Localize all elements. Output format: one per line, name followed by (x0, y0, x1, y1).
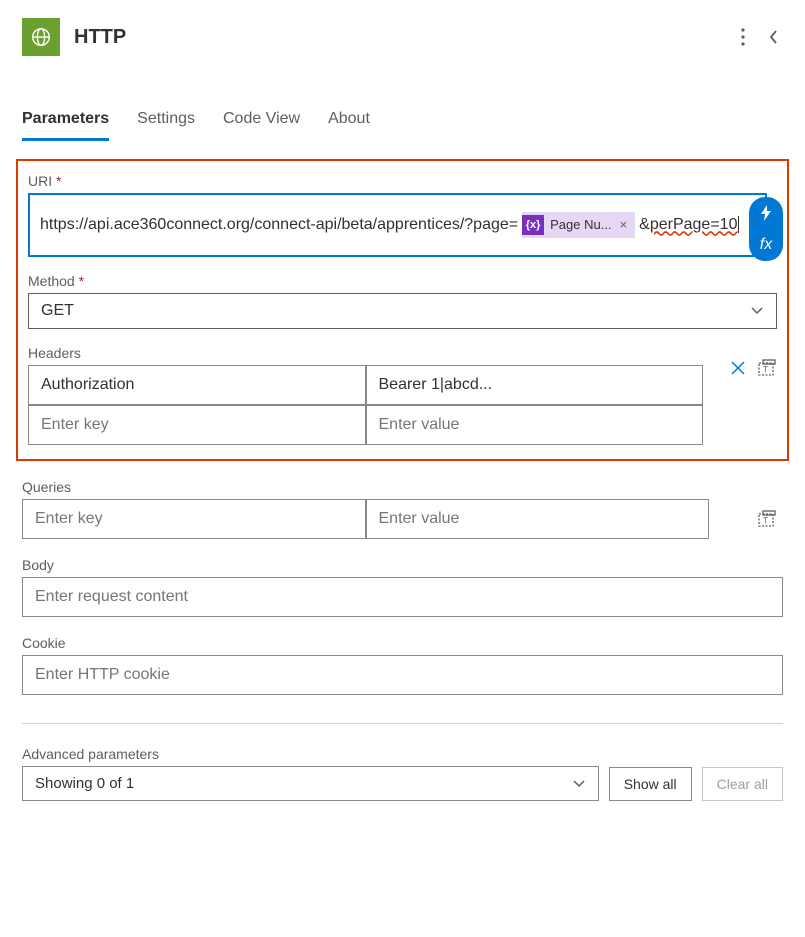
tab-about[interactable]: About (328, 104, 370, 141)
tab-code-view[interactable]: Code View (223, 104, 300, 141)
method-select[interactable]: GET (28, 293, 777, 329)
chip-remove-icon[interactable]: × (618, 214, 630, 236)
x-icon (729, 359, 747, 377)
headers-field-group: Headers Authorization Bearer 1|abcd... E… (28, 345, 777, 445)
advanced-parameters-group: Advanced parameters Showing 0 of 1 Show … (0, 746, 805, 831)
header-row-new: Enter key Enter value (28, 405, 703, 445)
query-value-new[interactable]: Enter value (366, 499, 710, 539)
tab-settings[interactable]: Settings (137, 104, 195, 141)
variable-icon: {x} (522, 215, 544, 235)
body-input[interactable]: Enter request content (22, 577, 783, 617)
method-value: GET (41, 302, 74, 320)
header-key-0[interactable]: Authorization (28, 365, 366, 405)
method-label: Method * (28, 273, 777, 289)
query-row-new: Enter key Enter value (22, 499, 709, 539)
tab-parameters[interactable]: Parameters (22, 104, 109, 141)
collapse-button[interactable] (763, 24, 783, 50)
lightning-icon (758, 204, 774, 222)
dynamic-header-button[interactable]: T (757, 358, 777, 378)
expression-chip-page-number[interactable]: {x} Page Nu... × (522, 212, 635, 238)
chevron-down-icon (572, 779, 586, 789)
more-menu-button[interactable] (737, 24, 749, 50)
uri-label: URI * (28, 173, 777, 189)
header-row-0: Authorization Bearer 1|abcd... (28, 365, 703, 405)
http-globe-icon (22, 18, 60, 56)
header-value-new[interactable]: Enter value (366, 405, 704, 445)
uri-field-group: URI * https://api.ace360connect.org/conn… (28, 173, 777, 257)
advanced-label: Advanced parameters (22, 746, 783, 762)
headers-label: Headers (28, 345, 777, 361)
queries-field-group: Queries Enter key Enter value T (0, 479, 805, 539)
show-all-button[interactable]: Show all (609, 767, 692, 801)
clear-all-button: Clear all (702, 767, 783, 801)
cookie-label: Cookie (22, 635, 783, 651)
queries-label: Queries (22, 479, 783, 495)
query-key-new[interactable]: Enter key (22, 499, 366, 539)
chevron-left-icon (767, 28, 779, 46)
remove-header-button[interactable] (729, 359, 747, 377)
advanced-select[interactable]: Showing 0 of 1 (22, 766, 599, 801)
body-field-group: Body Enter request content (0, 557, 805, 617)
dt-icon: T (757, 509, 777, 529)
section-divider (22, 723, 783, 724)
fx-icon: fx (760, 236, 772, 254)
panel-header: HTTP (0, 0, 805, 68)
cookie-field-group: Cookie Enter HTTP cookie (0, 635, 805, 695)
header-value-0[interactable]: Bearer 1|abcd... (366, 365, 704, 405)
advanced-showing-text: Showing 0 of 1 (35, 775, 134, 792)
expression-fx-button[interactable]: fx (749, 229, 783, 261)
expression-actions: fx (749, 197, 783, 261)
more-vertical-icon (741, 28, 745, 46)
highlighted-region: URI * https://api.ace360connect.org/conn… (16, 159, 789, 461)
svg-text:T: T (763, 516, 768, 525)
dynamic-content-button[interactable] (749, 197, 783, 229)
svg-text:T: T (763, 365, 768, 374)
cookie-input[interactable]: Enter HTTP cookie (22, 655, 783, 695)
body-label: Body (22, 557, 783, 573)
method-field-group: Method * GET (28, 273, 777, 329)
uri-text-after: perPage=10 (650, 216, 740, 233)
chevron-down-icon (750, 306, 764, 316)
tabs-bar: Parameters Settings Code View About (0, 104, 805, 141)
uri-text-before: https://api.ace360connect.org/connect-ap… (40, 211, 518, 238)
uri-input[interactable]: https://api.ace360connect.org/connect-ap… (28, 193, 767, 257)
dt-icon: T (757, 358, 777, 378)
header-key-new[interactable]: Enter key (28, 405, 366, 445)
dynamic-query-button[interactable]: T (757, 509, 777, 529)
panel-title: HTTP (74, 26, 737, 49)
